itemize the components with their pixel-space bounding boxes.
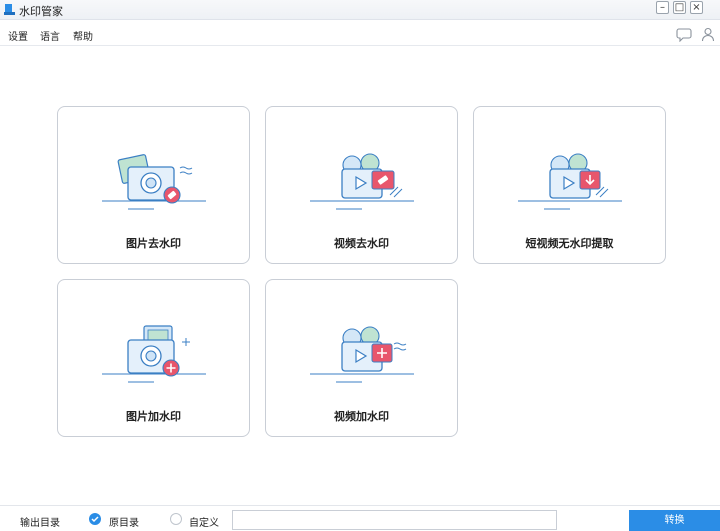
window-title: 水印管家 (19, 5, 63, 18)
check-icon (91, 516, 99, 523)
camera-add-icon (102, 325, 206, 383)
output-path-input[interactable] (232, 510, 557, 530)
option-original-label[interactable]: 原目录 (109, 514, 139, 529)
radio-custom-dir[interactable] (170, 513, 182, 525)
radio-original-dir[interactable] (89, 513, 101, 525)
title-bar: 水印管家 – □ × (0, 0, 720, 20)
card-video-add-watermark[interactable]: 视频加水印 (265, 279, 458, 437)
menu-help[interactable]: 帮助 (73, 28, 93, 43)
output-dir-label: 输出目录 (20, 518, 60, 529)
feedback-chat-icon[interactable] (676, 26, 692, 42)
card-image-add-watermark[interactable]: 图片加水印 (57, 279, 250, 437)
app-window: 水印管家 – □ × 设置 语言 帮助 图片去水印 视频去水印 短视频无水印提取… (0, 0, 720, 531)
camera-eraser-icon (102, 154, 206, 210)
video-eraser-icon (310, 153, 414, 210)
card-label: 图片加水印 (126, 410, 181, 423)
close-icon[interactable]: × (690, 1, 703, 14)
card-label: 图片去水印 (126, 237, 181, 250)
video-add-icon (310, 326, 414, 383)
card-label: 视频加水印 (334, 410, 389, 423)
card-label: 短视频无水印提取 (525, 237, 614, 250)
bottom-bar: 输出目录 原目录 自定义 转换 (0, 505, 720, 531)
card-label: 视频去水印 (334, 237, 389, 250)
maximize-icon[interactable]: □ (673, 1, 686, 14)
card-image-remove-watermark[interactable]: 图片去水印 (57, 106, 250, 264)
menu-bar: 设置 语言 帮助 (0, 22, 720, 46)
menu-settings[interactable]: 设置 (8, 28, 28, 43)
convert-button[interactable]: 转换 (629, 510, 720, 531)
card-video-remove-watermark[interactable]: 视频去水印 (265, 106, 458, 264)
card-short-video-extract[interactable]: 短视频无水印提取 (473, 106, 666, 264)
menu-language[interactable]: 语言 (40, 28, 60, 43)
video-download-icon (518, 153, 622, 210)
app-logo-icon (4, 4, 15, 15)
option-custom-label[interactable]: 自定义 (189, 514, 219, 529)
user-account-icon[interactable] (700, 26, 716, 42)
minimize-icon[interactable]: – (656, 1, 669, 14)
